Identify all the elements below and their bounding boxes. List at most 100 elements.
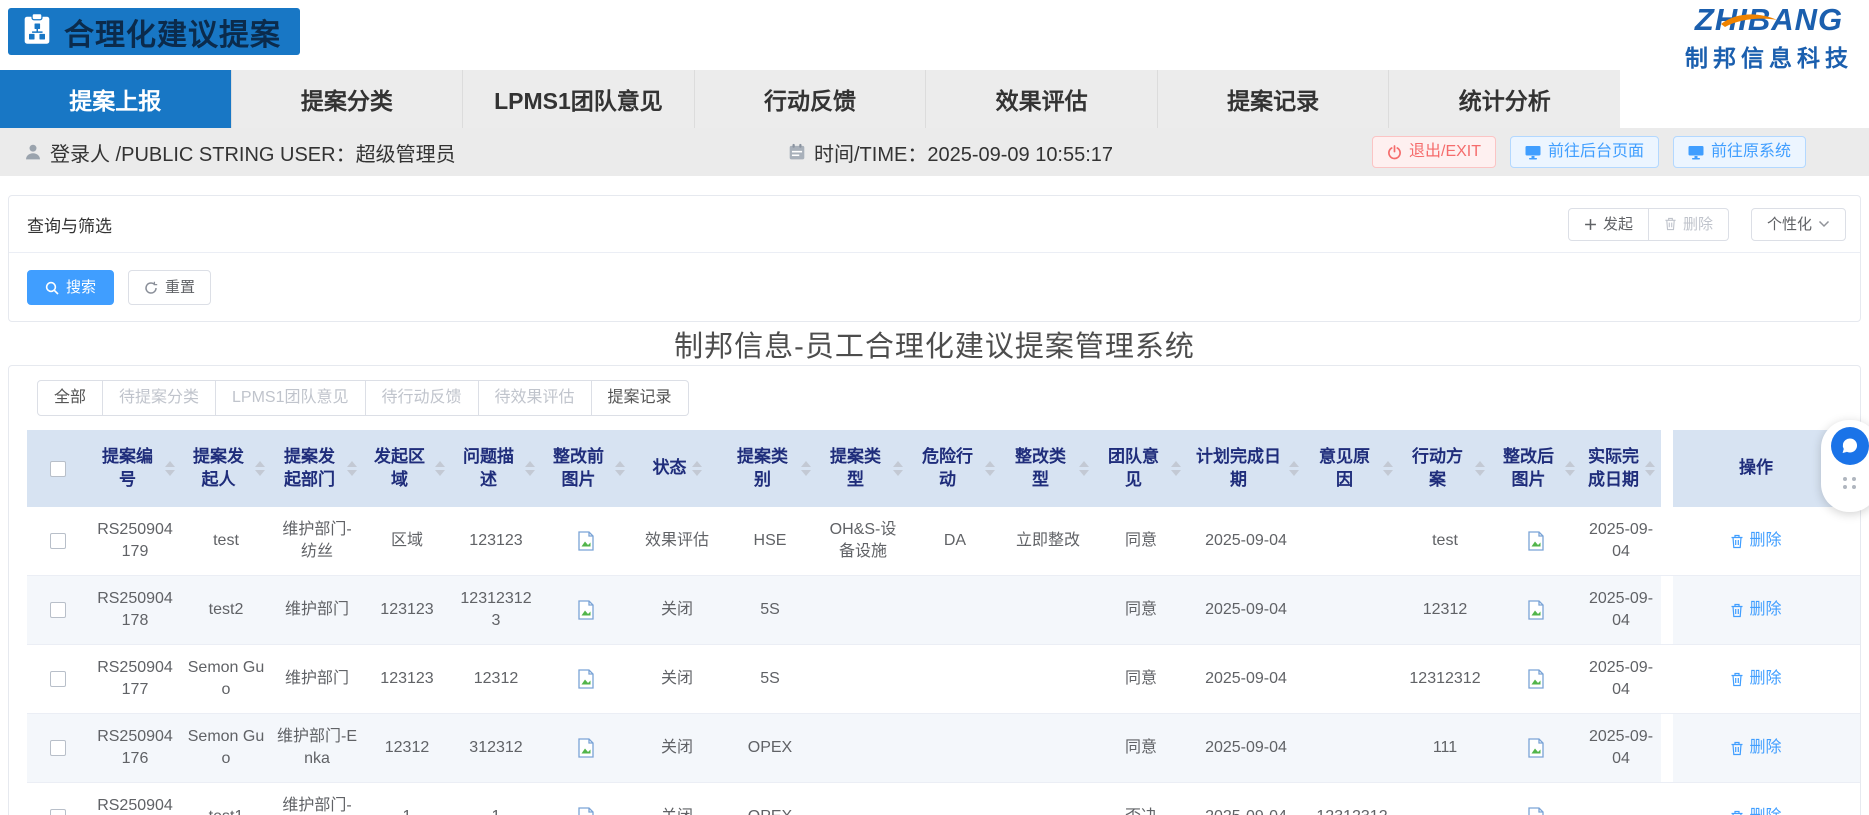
image-thumbnail-icon[interactable] (577, 600, 595, 620)
delete-row-link[interactable]: 删除 (1730, 806, 1781, 815)
header-cell-status[interactable]: 状态 (631, 430, 723, 507)
tab-2[interactable]: 提案分类 (232, 70, 464, 128)
header-cell-id[interactable]: 提案编号 (89, 430, 181, 507)
logout-button[interactable]: 退出/EXIT (1372, 136, 1496, 168)
image-thumbnail-icon[interactable] (577, 738, 595, 758)
personalize-dropdown[interactable]: 个性化 (1751, 208, 1846, 241)
header-cell-category[interactable]: 提案类别 (723, 430, 817, 507)
row-checkbox[interactable] (50, 740, 66, 756)
image-thumbnail-icon[interactable] (577, 669, 595, 689)
goto-admin-button[interactable]: 前往后台页面 (1510, 136, 1659, 168)
header-cell-rectify[interactable]: 整改类型 (1001, 430, 1095, 507)
sort-carets-icon[interactable] (1171, 461, 1181, 476)
cell-action (1399, 783, 1491, 815)
cell-category: 5S (723, 576, 817, 644)
tab-label: 行动反馈 (764, 82, 856, 116)
header-cell-after_img[interactable]: 整改后图片 (1491, 430, 1581, 507)
delete-row-label: 删除 (1749, 806, 1781, 815)
cell-value: test (1432, 530, 1458, 552)
header-cell-dept[interactable]: 提案发起部门 (271, 430, 363, 507)
header-cell-danger[interactable]: 危险行动 (909, 430, 1001, 507)
tab-label: 统计分析 (1459, 82, 1551, 116)
delete-row-link[interactable]: 删除 (1730, 668, 1781, 690)
image-thumbnail-icon[interactable] (577, 807, 595, 815)
drag-handle[interactable] (1843, 477, 1857, 489)
sort-carets-icon[interactable] (1565, 461, 1575, 476)
sort-carets-icon[interactable] (692, 461, 702, 476)
cell-category: OPEX (723, 783, 817, 815)
clipboard-icon (22, 13, 52, 50)
image-thumbnail-icon[interactable] (1527, 669, 1545, 689)
cell-plan_date: 2025-09-04 (1187, 645, 1305, 713)
header-cell-plan_date[interactable]: 计划完成日期 (1187, 430, 1305, 507)
select-all-checkbox[interactable] (50, 461, 66, 477)
header-cell-reason[interactable]: 意见原因 (1305, 430, 1399, 507)
sort-carets-icon[interactable] (347, 461, 357, 476)
reset-label: 重置 (165, 280, 195, 295)
sort-carets-icon[interactable] (1079, 461, 1089, 476)
system-title: 制邦信息-员工合理化建议提案管理系统 (0, 322, 1869, 365)
row-select-cell (27, 576, 89, 644)
sort-carets-icon[interactable] (525, 461, 535, 476)
cell-value: Semon Guo (187, 657, 265, 700)
filter-pill-6[interactable]: 提案记录 (592, 380, 689, 416)
sort-carets-icon[interactable] (1289, 461, 1299, 476)
cell-team: 同意 (1095, 645, 1187, 713)
image-thumbnail-icon[interactable] (1527, 600, 1545, 620)
header-cell-before_img[interactable]: 整改前图片 (541, 430, 631, 507)
tab-5[interactable]: 效果评估 (926, 70, 1158, 128)
scrollbar-gap (1661, 645, 1673, 713)
cell-value: 2025-09-04 (1587, 657, 1655, 700)
filter-pill-1[interactable]: 全部 (37, 380, 103, 416)
launch-label: 发起 (1603, 217, 1633, 232)
sort-carets-icon[interactable] (615, 461, 625, 476)
header-cell-type[interactable]: 提案类型 (817, 430, 909, 507)
header-cell-area[interactable]: 发起区域 (363, 430, 451, 507)
sort-carets-icon[interactable] (165, 461, 175, 476)
tab-7[interactable]: 统计分析 (1389, 70, 1620, 128)
header-cell-actual_date[interactable]: 实际完成日期 (1581, 430, 1661, 507)
row-checkbox[interactable] (50, 602, 66, 618)
sort-carets-icon[interactable] (1645, 461, 1655, 476)
logged-in-user: 登录人 /PUBLIC STRING USER：超级管理员 (24, 128, 456, 176)
chat-assistant-button[interactable] (1831, 427, 1869, 465)
sort-carets-icon[interactable] (255, 461, 265, 476)
tab-3[interactable]: LPMS1团队意见 (463, 70, 695, 128)
tab-1[interactable]: 提案上报 (0, 70, 232, 128)
image-thumbnail-icon[interactable] (1527, 807, 1545, 815)
image-thumbnail-icon[interactable] (1527, 738, 1545, 758)
search-button[interactable]: 搜索 (27, 270, 114, 305)
cell-desc: 312312 (451, 714, 541, 782)
sort-carets-icon[interactable] (801, 461, 811, 476)
header-label: 提案类别 (729, 446, 796, 492)
header-cell-desc[interactable]: 问题描述 (451, 430, 541, 507)
row-checkbox[interactable] (50, 533, 66, 549)
sort-carets-icon[interactable] (985, 461, 995, 476)
header-cell-team[interactable]: 团队意见 (1095, 430, 1187, 507)
header-cell-proposer[interactable]: 提案发起人 (181, 430, 271, 507)
reset-button[interactable]: 重置 (128, 270, 211, 305)
cell-value: 否决 (1125, 806, 1157, 815)
launch-button[interactable]: 发起 (1568, 208, 1649, 241)
delete-row-link[interactable]: 删除 (1730, 599, 1781, 621)
row-checkbox[interactable] (50, 671, 66, 687)
delete-row-link[interactable]: 删除 (1730, 737, 1781, 759)
row-checkbox[interactable] (50, 809, 66, 815)
cell-value: 2025-09-04 (1587, 588, 1655, 631)
tab-4[interactable]: 行动反馈 (695, 70, 927, 128)
cell-value: 12312 (385, 737, 430, 759)
delete-row-link[interactable]: 删除 (1730, 530, 1781, 552)
calendar-icon (788, 143, 806, 161)
image-thumbnail-icon[interactable] (1527, 531, 1545, 551)
sort-carets-icon[interactable] (435, 461, 445, 476)
tab-6[interactable]: 提案记录 (1158, 70, 1390, 128)
sort-carets-icon[interactable] (1383, 461, 1393, 476)
cell-plan_date: 2025-09-04 (1187, 507, 1305, 575)
cell-team: 同意 (1095, 576, 1187, 644)
header-cell-action[interactable]: 行动方案 (1399, 430, 1491, 507)
goto-origin-button[interactable]: 前往原系统 (1673, 136, 1806, 168)
image-thumbnail-icon[interactable] (577, 531, 595, 551)
query-filter-panel: 查询与筛选 发起 删除 个性化 (8, 195, 1861, 322)
sort-carets-icon[interactable] (893, 461, 903, 476)
sort-carets-icon[interactable] (1475, 461, 1485, 476)
